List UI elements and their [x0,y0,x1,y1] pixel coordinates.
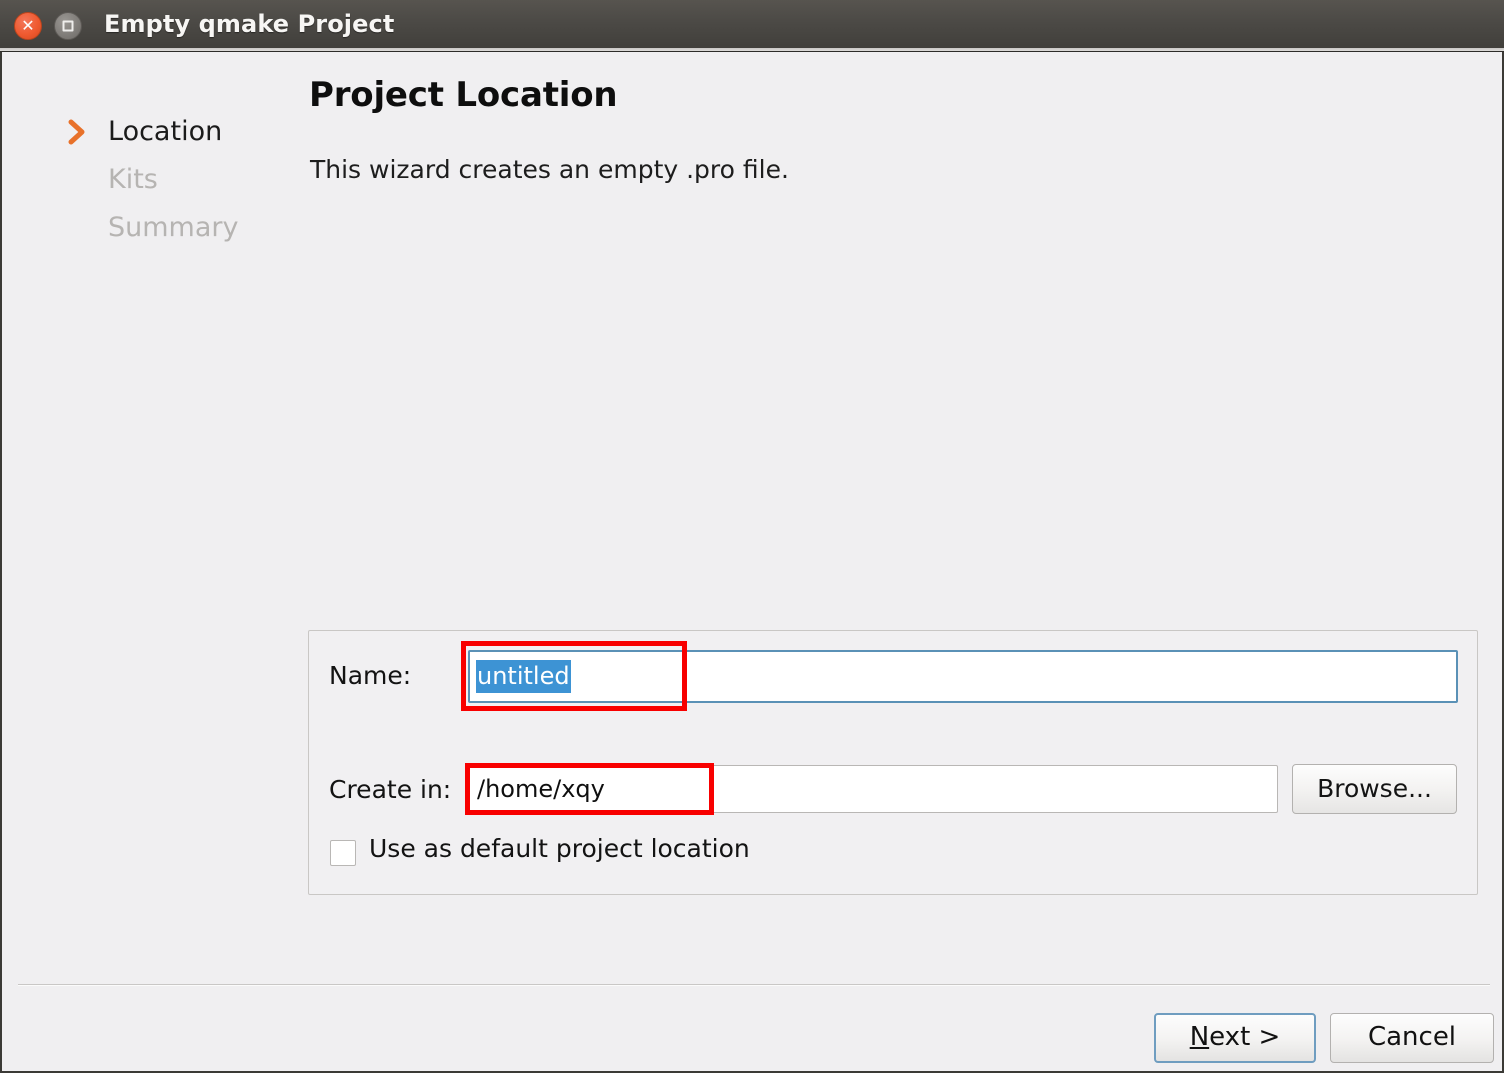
default-location-checkbox-label: Use as default project location [369,834,750,863]
titlebar-bottom-shade [0,48,1504,51]
page-title: Project Location [309,75,618,115]
sidebar-item-location[interactable]: Location [60,108,290,156]
sidebar-item-summary[interactable]: Summary [60,204,290,252]
sidebar-item-label: Kits [108,164,158,195]
name-input[interactable]: untitled [468,650,1458,703]
sidebar-item-kits[interactable]: Kits [60,156,290,204]
cancel-button: Cancel [1330,1013,1494,1063]
name-input-value: untitled [476,660,571,693]
chevron-right-icon [68,119,90,145]
create-in-input[interactable]: /home/xqy [468,765,1278,813]
title-bar: ✕ Empty qmake Project [0,0,1504,52]
maximize-icon[interactable] [54,12,82,40]
sidebar-item-label: Location [108,116,223,147]
name-label: Name: [329,661,412,690]
browse-button[interactable]: Browse... [1292,764,1457,814]
create-in-label: Create in: [329,775,452,804]
dialog-window: ✕ Empty qmake Project Location Kits Summ… [0,0,1504,1073]
sidebar-item-label: Summary [108,212,239,243]
footer-separator [18,984,1490,986]
maximize-glyph [62,20,74,32]
wizard-steps: Location Kits Summary [60,108,290,252]
create-in-value: /home/xqy [477,775,605,803]
close-icon[interactable]: ✕ [14,12,42,40]
next-button-label: ext > [1209,1022,1281,1052]
default-location-checkbox[interactable] [330,840,356,866]
window-title: Empty qmake Project [104,10,395,38]
close-glyph: ✕ [21,16,35,35]
page-subtitle: This wizard creates an empty .pro file. [310,155,789,184]
next-button[interactable]: Next > [1154,1013,1316,1063]
next-button-mnemonic: N [1189,1022,1210,1052]
